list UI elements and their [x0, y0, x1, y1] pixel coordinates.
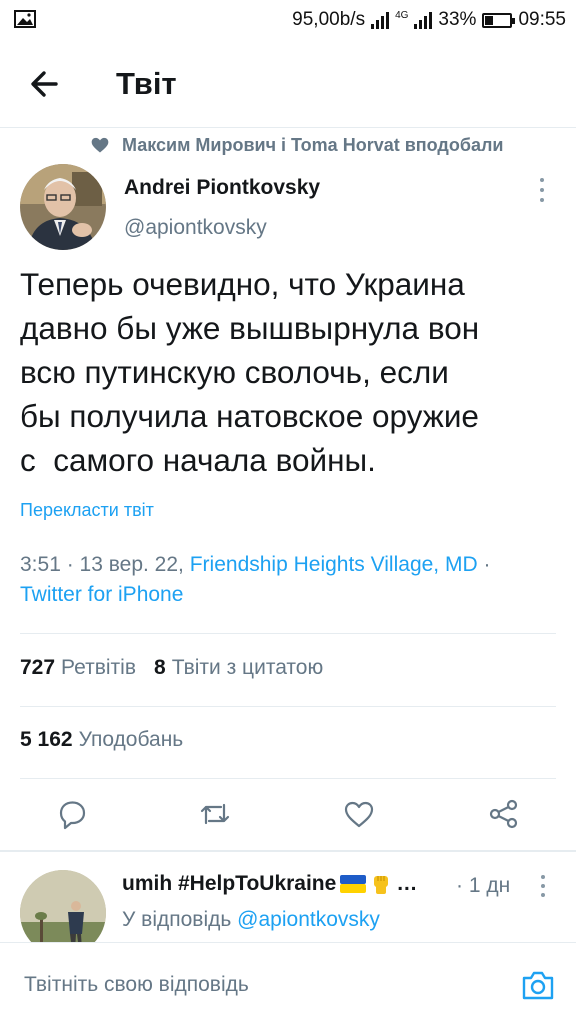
tweet-source-link[interactable]: Twitter for iPhone: [20, 583, 183, 606]
top-app-bar: Твіт: [0, 40, 576, 128]
battery-percent: 33%: [438, 9, 477, 30]
engagement-stats: 727 Ретвітів 8 Твіти з цитатою: [20, 656, 323, 680]
signal-icon: [414, 11, 433, 29]
author-name[interactable]: Andrei Piontkovsky: [124, 176, 320, 200]
author-handle[interactable]: @apiontkovsky: [124, 216, 267, 240]
network-type: 4G: [395, 10, 409, 21]
tweet-text-line: Теперь очевидно, что Украина: [20, 266, 465, 302]
quotes-count: 8: [154, 656, 166, 679]
tweet-text-line: с самого начала войны.: [20, 442, 376, 478]
status-indicators: 95,00b/s 4G 33% 09:55: [292, 6, 566, 34]
network-speed: 95,00b/s: [292, 9, 366, 30]
name-truncation: …: [396, 872, 418, 895]
tweet-location-link[interactable]: Friendship Heights Village, MD: [190, 553, 478, 576]
reply-context: У відповідь @apiontkovsky: [122, 908, 380, 932]
quotes-stat[interactable]: 8 Твіти з цитатою: [154, 656, 323, 680]
raised-fist-icon: [374, 876, 389, 894]
tweet-action-bar: [0, 790, 576, 840]
liked-by-text: Максим Мирович і Toma Horvat вподобали: [122, 134, 504, 155]
share-icon[interactable]: [486, 796, 522, 832]
heart-icon: [91, 137, 109, 153]
quotes-label: Твіти з цитатою: [171, 656, 324, 679]
author-avatar[interactable]: [20, 164, 106, 250]
divider: [20, 633, 556, 634]
retweets-stat[interactable]: 727 Ретвітів: [20, 656, 136, 680]
likes-stats[interactable]: 5 162 Уподобань: [20, 728, 183, 752]
ukraine-flag-icon: [340, 875, 367, 893]
tweet-text-line: бы получила натовское оружие: [20, 398, 479, 434]
reply-author-name-text: umih #HelpToUkraine: [122, 872, 337, 895]
tweet-text: Теперь очевидно, что Украина давно бы уж…: [20, 262, 560, 482]
section-divider: [0, 850, 576, 852]
tweet-text-line: давно бы уже вышвырнула вон: [20, 310, 480, 346]
retweets-label: Ретвітів: [61, 656, 136, 679]
reply-input[interactable]: Твітніть свою відповідь: [24, 973, 249, 997]
retweet-icon[interactable]: [197, 796, 233, 832]
divider: [20, 778, 556, 779]
reply-compose-bar: Твітніть свою відповідь: [0, 942, 576, 1024]
reply-timestamp: · 1 дн: [456, 874, 511, 897]
social-context[interactable]: Максим Мирович і Toma Horvat вподобали: [90, 132, 503, 158]
retweets-count: 727: [20, 656, 56, 679]
likes-label: Уподобань: [78, 728, 184, 751]
likes-count: 5 162: [20, 728, 73, 751]
more-options-icon[interactable]: [534, 178, 550, 202]
reply-more-options-icon[interactable]: [536, 875, 550, 897]
like-icon[interactable]: [341, 796, 377, 832]
reply-author-name[interactable]: umih #HelpToUkraine …: [122, 872, 417, 896]
tweet-metadata: 3:51 · 13 вер. 22, Friendship Heights Vi…: [20, 550, 560, 610]
camera-icon[interactable]: [520, 967, 556, 1003]
battery-icon: [482, 12, 516, 28]
likes-stat[interactable]: 5 162 Уподобань: [20, 728, 183, 752]
back-arrow-icon[interactable]: [26, 64, 66, 104]
translate-tweet-link[interactable]: Перекласти твіт: [20, 500, 154, 521]
reply-to-handle-link[interactable]: @apiontkovsky: [237, 908, 380, 931]
divider: [20, 706, 556, 707]
reply-icon[interactable]: [54, 796, 90, 832]
status-bar: 95,00b/s 4G 33% 09:55: [0, 0, 576, 40]
meta-separator: ·: [483, 553, 491, 576]
clock: 09:55: [518, 9, 566, 30]
image-notification-icon: [14, 10, 36, 28]
signal-icon: [371, 11, 390, 29]
tweet-timestamp: 3:51 · 13 вер. 22,: [20, 553, 184, 576]
page-title: Твіт: [116, 66, 177, 101]
avatar-photo: [20, 164, 106, 250]
reply-to-label: У відповідь: [122, 908, 232, 931]
tweet-text-line: всю путинскую сволочь, если: [20, 354, 449, 390]
